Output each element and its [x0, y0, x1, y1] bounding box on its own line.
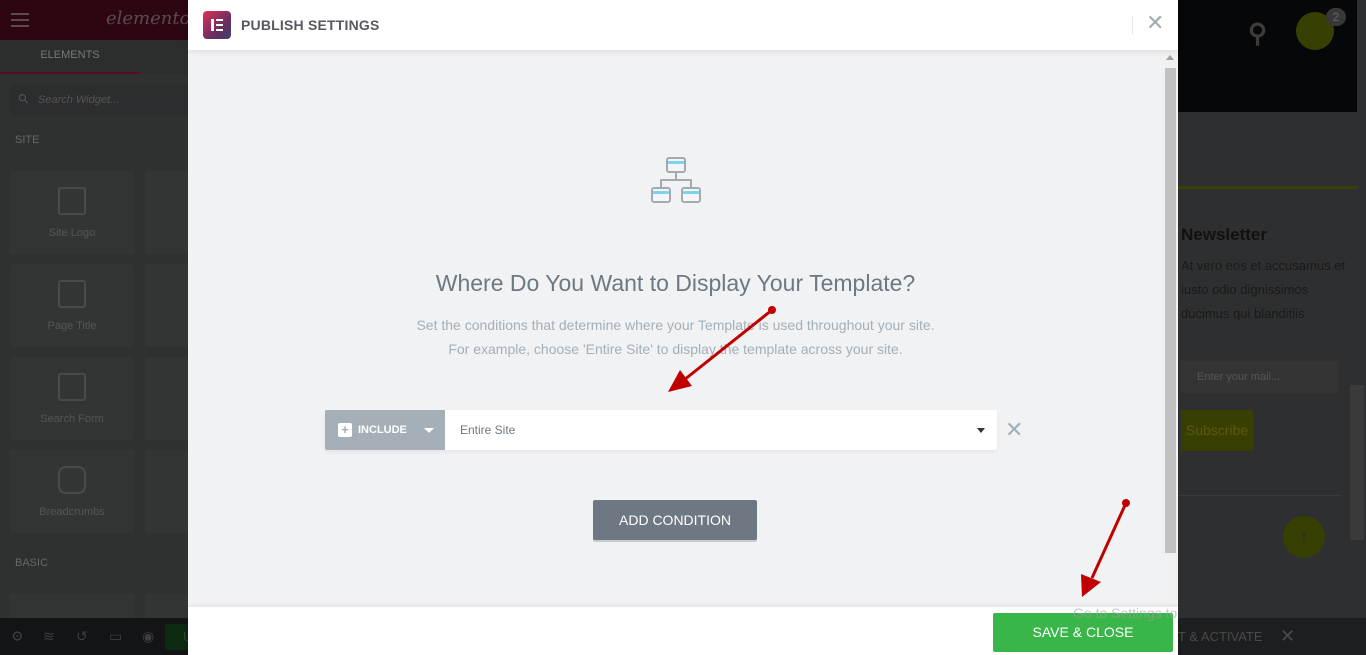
modal-footer: SAVE & CLOSE	[188, 607, 1178, 655]
publish-settings-modal: PUBLISH SETTINGS ✕ Where Do You Want to …	[188, 0, 1178, 655]
modal-scrollbar[interactable]	[1163, 50, 1178, 607]
scroll-to-top-arrow-icon[interactable]: ↑	[1283, 516, 1325, 558]
divider	[1178, 495, 1342, 496]
site-logo-icon	[58, 187, 86, 215]
search-widget-input[interactable]: Search Widget...	[10, 84, 188, 116]
email-input[interactable]: Enter your mail...	[1181, 361, 1338, 393]
plus-icon: +	[338, 423, 352, 437]
add-condition-button[interactable]: ADD CONDITION	[593, 500, 757, 540]
preview-eye-icon[interactable]: ◉	[142, 628, 154, 645]
publish-button[interactable]: U	[165, 624, 192, 650]
divider	[1178, 186, 1357, 189]
search-icon[interactable]: ⚲	[1248, 18, 1267, 49]
elementor-logo-icon	[203, 11, 231, 39]
search-form-icon	[58, 373, 86, 401]
remove-condition-icon[interactable]: ✕	[1005, 417, 1023, 443]
modal-title: PUBLISH SETTINGS	[241, 17, 380, 33]
page-scrollbar[interactable]	[1350, 385, 1364, 540]
widget-site-logo[interactable]: Site Logo	[10, 171, 134, 254]
cart-count-badge: 2	[1326, 8, 1346, 26]
modal-heading: Where Do You Want to Display Your Templa…	[435, 270, 916, 296]
widget-search-form[interactable]: Search Form	[10, 357, 134, 440]
condition-row: + INCLUDE Entire Site	[325, 410, 997, 450]
section-site-label: SITE	[15, 134, 40, 146]
widget-breadcrumbs[interactable]: Breadcrumbs	[10, 450, 134, 533]
tab-elements[interactable]: ELEMENTS	[0, 40, 140, 74]
condition-value-select[interactable]: Entire Site	[460, 410, 515, 450]
bottom-bar: T & ACTIVATE ✕	[1178, 618, 1366, 655]
widget-page-title[interactable]: Page Title	[10, 264, 134, 347]
sidebar-header: elementor	[0, 0, 199, 40]
newsletter-text: At vero eos et accusamus et iusto odio d…	[1181, 258, 1346, 321]
chevron-down-icon	[977, 428, 985, 433]
scrollbar-thumb[interactable]	[1165, 68, 1176, 553]
close-icon[interactable]: ✕	[1146, 10, 1164, 36]
editor-bottom-bar: ⚙ ≋ ↺ ▭ ◉ U	[0, 618, 192, 655]
modal-description: Set the conditions that determine where …	[416, 317, 935, 357]
section-basic-label: BASIC	[15, 557, 49, 569]
navigator-layers-icon[interactable]: ≋	[43, 628, 55, 645]
page-title-icon	[58, 280, 86, 308]
elementor-logo: elementor	[106, 8, 200, 29]
divider	[1132, 16, 1133, 34]
site-header: ⚲ 2	[1178, 0, 1357, 112]
subscribe-button[interactable]: Subscribe	[1181, 410, 1253, 451]
sidebar-tabs: ELEMENTS	[0, 40, 188, 74]
newsletter-title: Newsletter	[1181, 225, 1267, 244]
history-icon[interactable]: ↺	[76, 628, 88, 645]
windows-activation-watermark: Go to Settings to	[1073, 605, 1178, 621]
settings-icon[interactable]: ⚙	[11, 628, 24, 645]
hamburger-menu-icon[interactable]	[11, 13, 29, 27]
activate-text[interactable]: T & ACTIVATE	[1178, 629, 1263, 644]
scroll-up-arrow-icon[interactable]	[1166, 55, 1174, 60]
sitemap-icon	[651, 157, 701, 203]
breadcrumbs-icon	[58, 466, 86, 494]
site-preview: ⚲ 2 Newsletter At vero eos et accusamus …	[1178, 0, 1366, 655]
editor-sidebar: elementor ELEMENTS Search Widget... SITE…	[0, 0, 199, 655]
close-icon[interactable]: ✕	[1280, 618, 1295, 655]
modal-body: Where Do You Want to Display Your Templa…	[188, 50, 1163, 607]
modal-header: PUBLISH SETTINGS ✕	[188, 0, 1178, 50]
chevron-down-icon	[424, 428, 434, 433]
responsive-desktop-icon[interactable]: ▭	[109, 628, 122, 645]
include-select[interactable]: + INCLUDE	[325, 410, 445, 450]
